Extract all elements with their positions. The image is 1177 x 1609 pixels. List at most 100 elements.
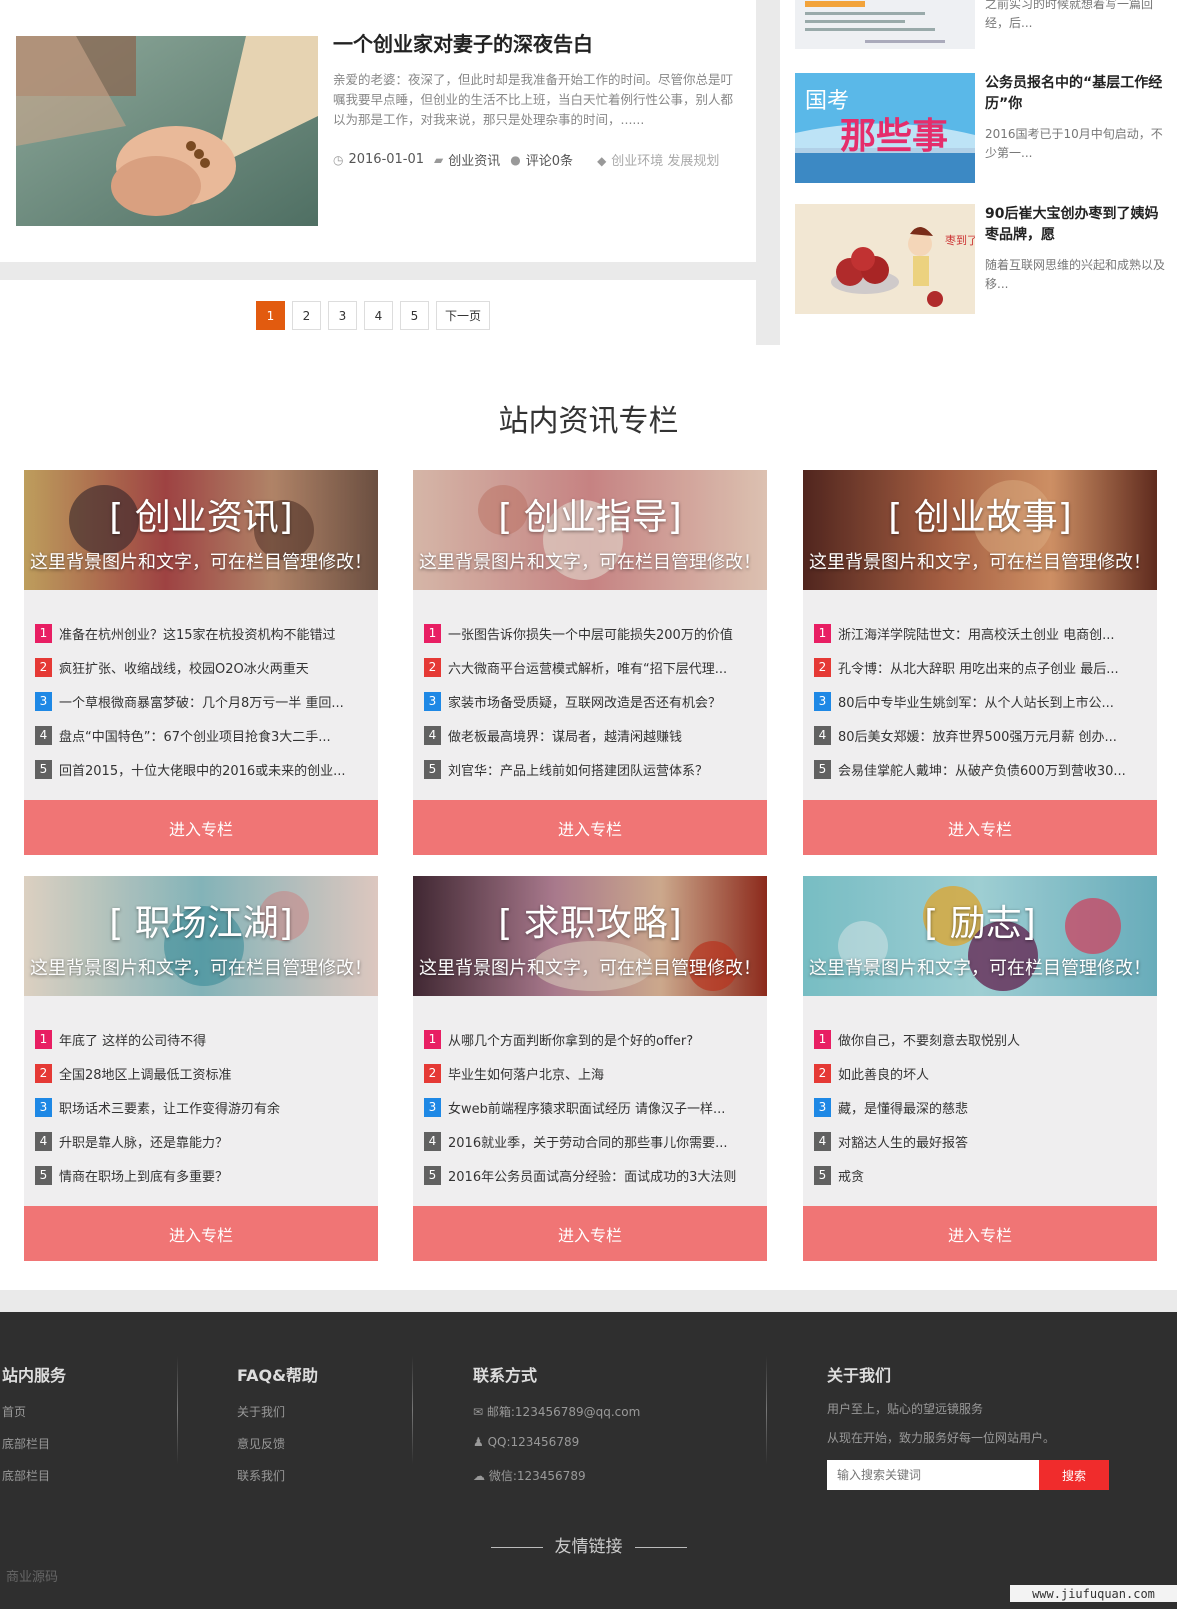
meta-comments[interactable]: ● 评论0条 [510,150,573,170]
section-title: 站内资讯专栏 [498,404,679,439]
enter-column-button[interactable]: 进入专栏 [24,1206,378,1261]
list-item[interactable]: 5 刘官华：产品上线前如何搭建团队运营体系？ [424,752,758,786]
list-item[interactable]: 1 做你自己，不要刻意去取悦别人 [814,1022,1148,1056]
footer-search-input[interactable] [827,1460,1039,1490]
list-item[interactable]: 4 盘点“中国特色”：67个创业项目抢食3大二手... [35,718,369,752]
footer-search-button[interactable]: 搜索 [1039,1460,1109,1490]
sidebar-item[interactable]: 国考 那些事 公务员报名中的“基层工作经历”你 2016国考已于10月中旬启动，不… [795,73,1163,185]
list-item[interactable]: 2 毕业生如何落户北京、上海 [424,1056,758,1090]
footer-divider [412,1356,413,1464]
enter-column-button[interactable]: 进入专栏 [413,1206,767,1261]
rank-badge: 1 [35,623,52,643]
sidebar-title[interactable]: 公务员报名中的“基层工作经历”你 [985,73,1165,115]
list-item[interactable]: 2 六大微商平台运营模式解析，唯有“招下层代理... [424,650,758,684]
page-5[interactable]: 5 [400,301,429,330]
list-item[interactable]: 1 一张图告诉你损失一个中层可能损失200万的价值 [424,616,758,650]
column-banner[interactable]: [ 励志] 这里背景图片和文字，可在栏目管理修改！ [803,876,1157,996]
footer-email: ✉ 邮箱:123456789@qq.com [473,1405,641,1419]
list-item[interactable]: 3 80后中专毕业生姚剑军：从个人站长到上市公... [814,684,1148,718]
column-list: 1 准备在杭州创业？这15家在杭投资机构不能错过 2 疯狂扩张、收缩战线，校园O2O… [35,616,369,786]
enter-column-button[interactable]: 进入专栏 [413,800,767,855]
column-banner[interactable]: [ 创业故事] 这里背景图片和文字，可在栏目管理修改！ [803,470,1157,590]
footer-link[interactable]: 底部栏目 [2,1467,50,1484]
footer-about-line: 从现在开始，致力服务好每一位网站用户。 [827,1431,1056,1445]
list-item[interactable]: 4 2016就业季，关于劳动合同的那些事儿你需要... [424,1124,758,1158]
list-item[interactable]: 1 从哪几个方面判断你拿到的是个好的offer? [424,1022,758,1056]
column-card: [ 创业故事] 这里背景图片和文字，可在栏目管理修改！ 1 浙江海洋学院陆世文：用… [803,470,1157,855]
sidebar-item-top[interactable]: 之前实习的时候就想着写一篇回经，后... [795,0,1155,53]
rank-badge: 3 [814,1097,831,1117]
list-item[interactable]: 3 藏，是懂得最深的慈悲 [814,1090,1148,1124]
footer-link[interactable]: 意见反馈 [237,1435,285,1452]
list-item[interactable]: 4 对豁达人生的最好报答 [814,1124,1148,1158]
list-item[interactable]: 3 家装市场备受质疑，互联网改造是否还有机会？ [424,684,758,718]
list-item[interactable]: 1 浙江海洋学院陆世文：用高校沃土创业 电商创... [814,616,1148,650]
column-title: [ 创业指导] [498,497,682,538]
page-2[interactable]: 2 [292,301,321,330]
list-item[interactable]: 1 年底了 这样的公司待不得 [35,1022,369,1056]
rank-badge: 5 [814,1165,831,1185]
rank-badge: 3 [35,691,52,711]
rank-badge: 2 [35,657,52,677]
list-item[interactable]: 4 升职是靠人脉，还是靠能力？ [35,1124,369,1158]
footer-link[interactable]: 关于我们 [237,1403,285,1420]
rank-badge: 4 [35,1131,52,1151]
list-item[interactable]: 1 准备在杭州创业？这15家在杭投资机构不能错过 [35,616,369,650]
footer-about-line: 用户至上，贴心的望远镜服务 [827,1402,984,1416]
meta-category[interactable]: ▰ 创业资讯 [434,150,500,170]
column-banner[interactable]: [ 求职攻略] 这里背景图片和文字，可在栏目管理修改！ [413,876,767,996]
page-3[interactable]: 3 [328,301,357,330]
meta-tags[interactable]: ◆ 创业环境 发展规划 [597,150,719,169]
enter-column-button[interactable]: 进入专栏 [803,1206,1157,1261]
enter-column-button[interactable]: 进入专栏 [803,800,1157,855]
page-1[interactable]: 1 [256,301,285,330]
article-thumbnail[interactable] [16,36,318,226]
list-item[interactable]: 3 职场话术三要素，让工作变得游刃有余 [35,1090,369,1124]
list-item[interactable]: 2 全国28地区上调最低工资标准 [35,1056,369,1090]
list-item[interactable]: 2 疯狂扩张、收缩战线，校园O2O冰火两重天 [35,650,369,684]
column-card: [ 励志] 这里背景图片和文字，可在栏目管理修改！ 1 做你自己，不要刻意去取悦别… [803,876,1157,1261]
rank-badge: 2 [35,1063,52,1083]
list-item[interactable]: 4 做老板最高境界：谋局者，越清闲越赚钱 [424,718,758,752]
column-subtitle: 这里背景图片和文字，可在栏目管理修改！ [419,552,761,573]
list-item[interactable]: 5 戒贪 [814,1158,1148,1192]
list-item[interactable]: 3 女web前端程序猿求职面试经历 请像汉子一样... [424,1090,758,1124]
list-item[interactable]: 5 情商在职场上到底有多重要？ [35,1158,369,1192]
column-banner[interactable]: [ 职场江湖] 这里背景图片和文字，可在栏目管理修改！ [24,876,378,996]
footer-divider [766,1356,767,1464]
footer-divider [177,1356,178,1464]
column-subtitle: 这里背景图片和文字，可在栏目管理修改！ [30,552,372,573]
sidebar-desc: 随着互联网思维的兴起和成熟以及移... [985,258,1166,291]
footer-link[interactable]: 联系我们 [237,1467,285,1484]
column-banner[interactable]: [ 创业指导] 这里背景图片和文字，可在栏目管理修改！ [413,470,767,590]
rank-badge: 4 [814,725,831,745]
enter-column-button[interactable]: 进入专栏 [24,800,378,855]
column-list: 1 年底了 这样的公司待不得 2 全国28地区上调最低工资标准 3 职场话术三要素，让… [35,1022,369,1192]
list-item[interactable]: 2 孔令博：从北大辞职 用吃出来的点子创业 最后... [814,650,1148,684]
column-banner[interactable]: [ 创业资讯] 这里背景图片和文字，可在栏目管理修改！ [24,470,378,590]
column-list: 1 从哪几个方面判断你拿到的是个好的offer? 2 毕业生如何落户北京、上海 3女… [424,1022,758,1192]
sidebar-title[interactable]: 90后崔大宝创办枣到了姨妈枣品牌，愿 [985,204,1165,246]
page-4[interactable]: 4 [364,301,393,330]
rank-badge: 4 [424,725,441,745]
footer-link[interactable]: 首页 [2,1403,26,1420]
list-item[interactable]: 4 80后美女郑媛：放弃世界500强万元月薪 创办... [814,718,1148,752]
friend-link[interactable]: 商业源码 [6,1566,58,1585]
divider-line [490,1546,543,1548]
article-title[interactable]: 一个创业家对妻子的深夜告白 [333,28,593,57]
list-item[interactable]: 5 回首2015，十位大佬眼中的2016或未来的创业... [35,752,369,786]
wechat-icon: ☁ [473,1469,489,1483]
footer-link[interactable]: 底部栏目 [2,1435,50,1452]
column-list: 1 浙江海洋学院陆世文：用高校沃土创业 电商创... 2 孔令博：从北大辞职 用吃出… [814,616,1148,786]
list-item[interactable]: 5 2016年公务员面试高分经验：面试成功的3大法则 [424,1158,758,1192]
column-card: [ 求职攻略] 这里背景图片和文字，可在栏目管理修改！ 1 从哪几个方面判断你拿到… [413,876,767,1261]
next-page-button[interactable]: 下一页 [436,301,491,330]
sidebar-item[interactable]: 枣到了 90后崔大宝创办枣到了姨妈枣品牌，愿 随着互联网思维的兴起和成熟以及移.… [795,204,1165,316]
list-item[interactable]: 5 会易佳掌舵人戴坤：从破产负债600万到营收30... [814,752,1148,786]
rank-badge: 4 [424,1131,441,1151]
list-item[interactable]: 3 一个草根微商暴富梦破：几个月8万亏一半 重回... [35,684,369,718]
rank-badge: 4 [35,725,52,745]
list-item[interactable]: 2 如此善良的坏人 [814,1056,1148,1090]
footer-col-title: FAQ&帮助 [237,1366,319,1385]
sidebar-thumb: 国考 那些事 [795,73,975,183]
